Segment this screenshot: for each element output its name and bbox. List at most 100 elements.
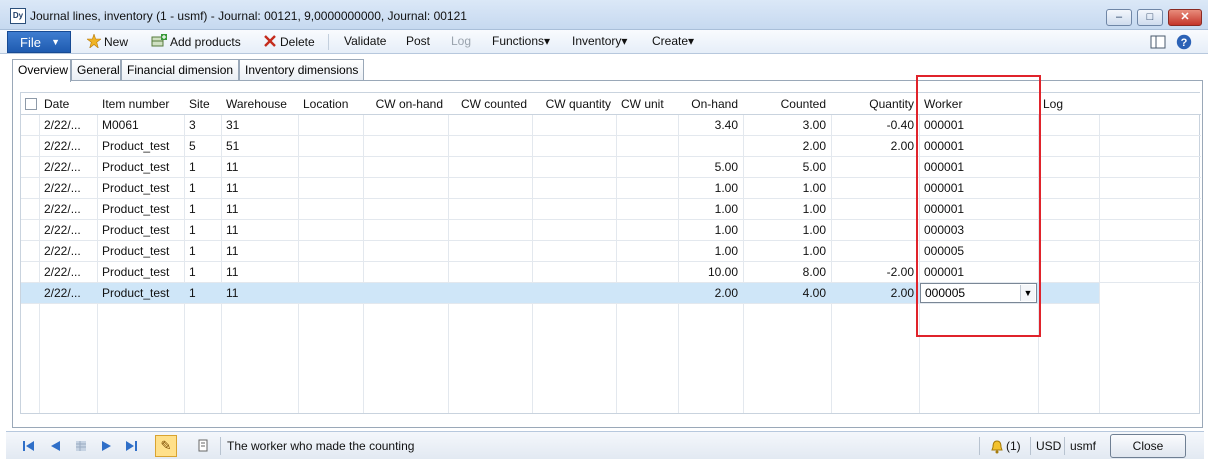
cell-quantity [831, 199, 919, 219]
new-button[interactable]: New [86, 33, 129, 51]
cell-counted: 4.00 [802, 286, 826, 300]
create-menu[interactable]: Create▾ [652, 34, 694, 48]
close-window-button[interactable]: ✕ [1168, 9, 1202, 26]
column-header-site[interactable]: Site [184, 93, 221, 115]
column-header-warehouse[interactable]: Warehouse [221, 93, 298, 115]
table-row[interactable]: 2/22/... Product_test 1 11 10.00 8.00 -2… [21, 262, 1201, 283]
column-header-location[interactable]: Location [298, 93, 363, 115]
table-row[interactable]: 2/22/... M0061 3 31 3.40 3.00 -0.40 0000… [21, 115, 1201, 136]
cell-date: 2/22/... [44, 181, 81, 195]
cell-on-hand: 5.00 [714, 160, 738, 174]
status-divider [979, 437, 980, 455]
help-icon[interactable]: ? [1176, 34, 1192, 50]
cell-site: 1 [189, 160, 196, 174]
table-row[interactable]: 2/22/... Product_test 1 11 1.00 1.00 000… [21, 199, 1201, 220]
cell-worker: 000001 [924, 118, 965, 132]
column-header-date[interactable]: Date [39, 93, 97, 115]
cell-quantity [831, 241, 919, 261]
cell-warehouse: 31 [226, 118, 240, 132]
functions-menu[interactable]: Functions▾ [492, 34, 550, 48]
cell-date: 2/22/... [44, 202, 81, 216]
cell-warehouse: 11 [226, 202, 239, 216]
add-products-label: Add products [170, 35, 241, 49]
notification-bell-icon[interactable] [989, 439, 1003, 454]
chevron-down-icon[interactable]: ▼ [1020, 285, 1035, 301]
post-button[interactable]: Post [406, 34, 430, 48]
column-header-item-number[interactable]: Item number [97, 93, 184, 115]
cell-quantity: -2.00 [886, 265, 914, 279]
maximize-button[interactable]: □ [1137, 9, 1163, 26]
cell-item-number: Product_test [102, 160, 170, 174]
worker-combobox-value[interactable]: 000005 [925, 284, 965, 302]
cell-quantity: -0.40 [886, 118, 914, 132]
svg-text:?: ? [1181, 37, 1188, 49]
table-row[interactable]: 2/22/... Product_test 1 11 5.00 5.00 000… [21, 157, 1201, 178]
log-button: Log [451, 34, 472, 48]
close-button[interactable]: Close [1110, 434, 1186, 458]
cell-site: 3 [189, 118, 196, 132]
column-header-cw-quantity[interactable]: CW quantity [532, 93, 616, 115]
tab-overview[interactable]: Overview [12, 59, 71, 82]
grid-view-icon [74, 439, 88, 453]
file-label: File [20, 35, 41, 50]
cell-counted: 5.00 [802, 160, 826, 174]
tab-general[interactable]: General [71, 59, 121, 81]
column-header-worker[interactable]: Worker [919, 93, 1038, 115]
cell-date: 2/22/... [44, 265, 81, 279]
table-row[interactable]: 2/22/... Product_test 1 11 1.00 1.00 000… [21, 178, 1201, 199]
edit-pencil-icon[interactable]: ✎ [155, 435, 177, 457]
column-header-counted[interactable]: Counted [743, 93, 831, 115]
file-menu-button[interactable]: File ▼ [7, 31, 71, 53]
overview-panel: Date Item number Site Warehouse Location… [12, 80, 1203, 428]
cell-worker: 000001 [924, 202, 965, 216]
cell-worker: 000001 [924, 265, 965, 279]
cell-on-hand: 1.00 [714, 181, 738, 195]
cell-site: 1 [189, 202, 196, 216]
cell-site: 1 [189, 223, 196, 237]
window-bottom-edge [0, 460, 1208, 468]
attachment-icon[interactable] [196, 439, 210, 453]
worker-combobox[interactable]: 000005 ▼ [920, 283, 1037, 303]
column-header-on-hand[interactable]: On-hand [678, 93, 743, 115]
select-all-checkbox[interactable] [25, 98, 37, 110]
cell-quantity [831, 178, 919, 198]
column-header-cw-unit[interactable]: CW unit [616, 93, 678, 115]
cell-item-number: M0061 [102, 118, 139, 132]
currency-indicator: USD [1036, 439, 1062, 453]
table-row[interactable]: 2/22/... Product_test 1 11 1.00 1.00 000… [21, 220, 1201, 241]
cell-site: 1 [189, 244, 196, 258]
column-header-log[interactable]: Log [1038, 93, 1099, 115]
new-label: New [104, 35, 129, 49]
cell-worker: 000001 [924, 181, 965, 195]
selected-table-row[interactable]: 2/22/... Product_test 1 11 2.00 4.00 2.0… [21, 283, 1099, 304]
first-record-icon[interactable] [22, 439, 36, 453]
cell-item-number: Product_test [102, 286, 170, 300]
layout-icon[interactable] [1150, 34, 1166, 50]
cell-counted: 8.00 [802, 265, 826, 279]
table-row[interactable]: 2/22/... Product_test 1 11 1.00 1.00 000… [21, 241, 1201, 262]
title-bar: Dy Journal lines, inventory (1 - usmf) -… [0, 0, 1208, 30]
cell-on-hand: 1.00 [714, 223, 738, 237]
inventory-menu[interactable]: Inventory▾ [572, 34, 627, 48]
cell-on-hand: 1.00 [714, 244, 738, 258]
column-header-cw-on-hand[interactable]: CW on-hand [363, 93, 448, 115]
column-header-cw-counted[interactable]: CW counted [448, 93, 532, 115]
last-record-icon[interactable] [124, 439, 138, 453]
notification-count[interactable]: (1) [1006, 439, 1021, 453]
delete-button[interactable]: Delete [263, 34, 315, 51]
tab-inventory-dimensions[interactable]: Inventory dimensions [239, 59, 364, 81]
cell-site: 1 [189, 265, 196, 279]
minimize-button[interactable]: – [1106, 9, 1132, 26]
company-indicator: usmf [1070, 439, 1097, 453]
cell-quantity: 2.00 [890, 139, 914, 153]
previous-record-icon[interactable] [48, 439, 62, 453]
column-header-quantity[interactable]: Quantity [831, 93, 919, 115]
delete-x-icon [263, 34, 277, 51]
tab-financial-dimension[interactable]: Financial dimension [121, 59, 239, 81]
validate-button[interactable]: Validate [344, 34, 386, 48]
cell-worker: 000001 [924, 139, 965, 153]
table-row[interactable]: 2/22/... Product_test 5 51 2.00 2.00 000… [21, 136, 1201, 157]
add-products-button[interactable]: Add products [151, 34, 241, 51]
cell-site: 1 [189, 181, 196, 195]
next-record-icon[interactable] [100, 439, 114, 453]
